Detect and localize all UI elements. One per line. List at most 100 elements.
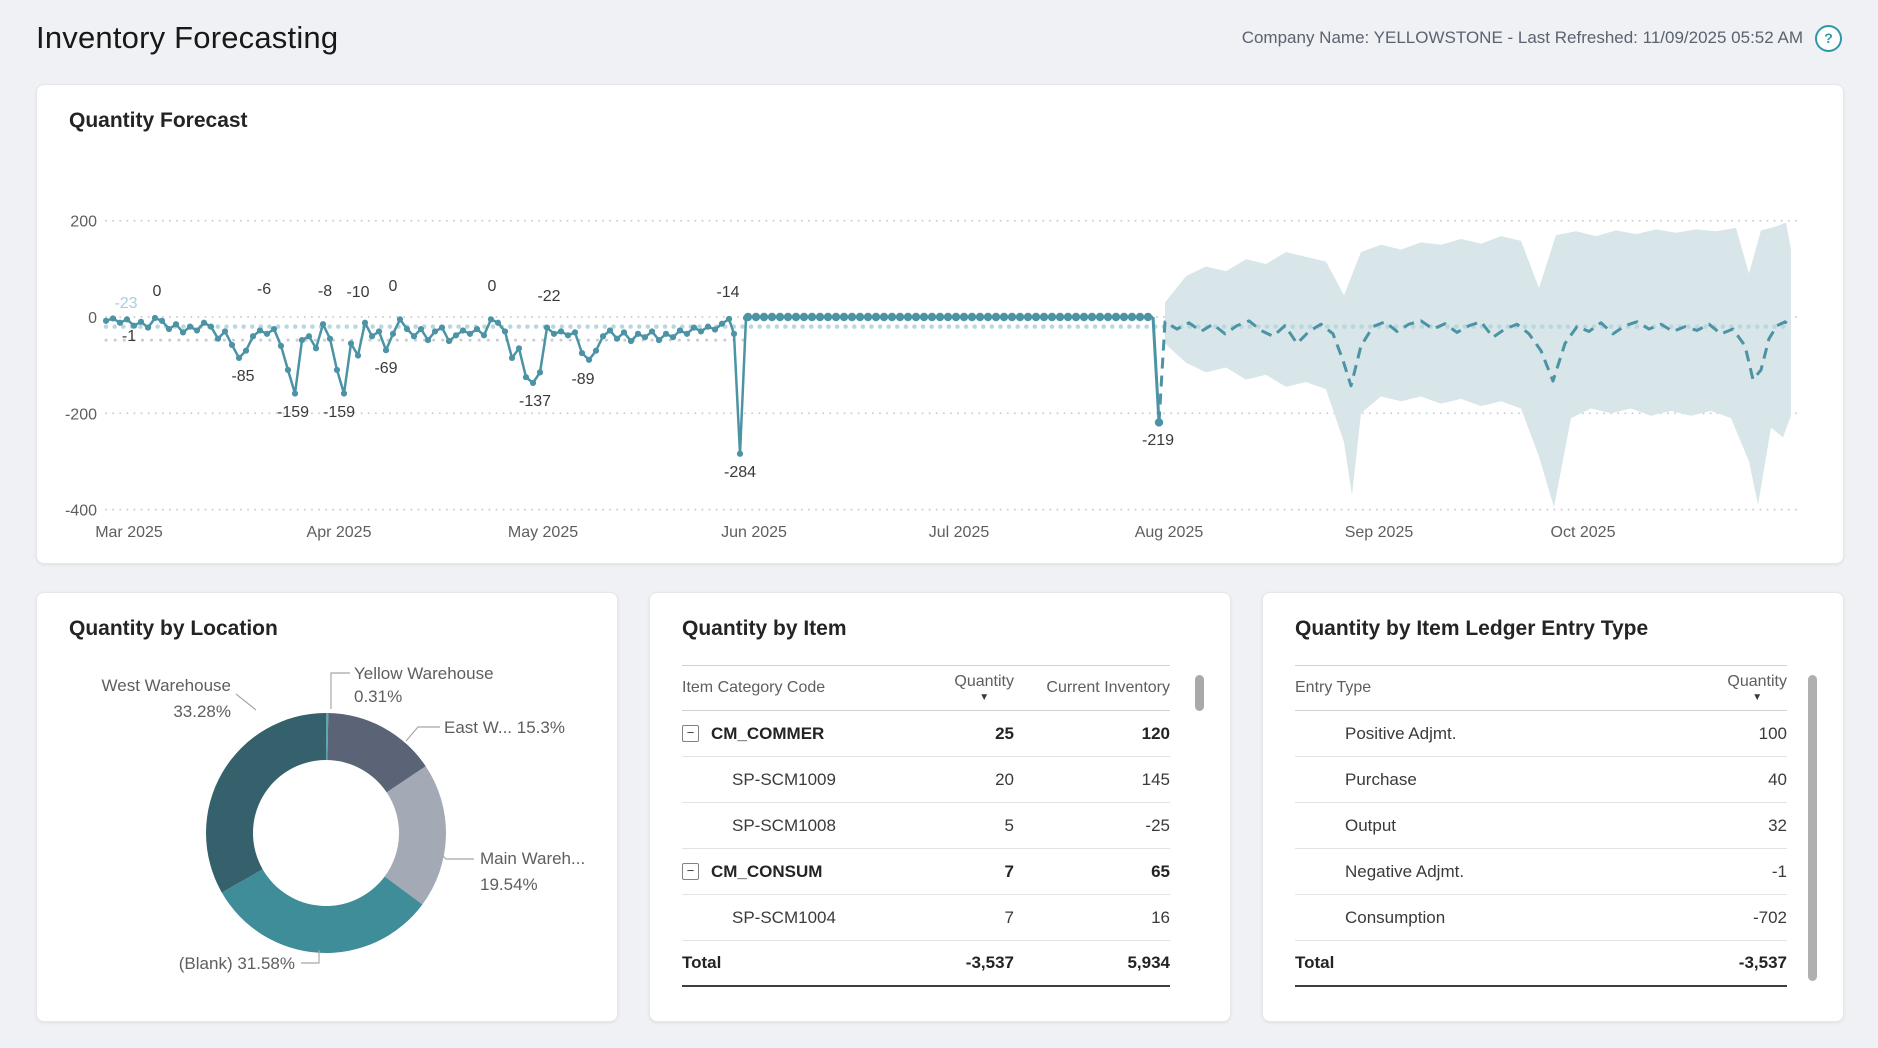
data-point[interactable] — [593, 348, 599, 354]
data-point[interactable] — [1056, 313, 1064, 321]
table-row[interactable]: SP-SCM10085-25 — [682, 803, 1170, 849]
data-point[interactable] — [976, 313, 984, 321]
column-header[interactable]: Current Inventory — [1046, 679, 1170, 697]
data-point[interactable] — [460, 327, 466, 333]
data-point[interactable] — [194, 327, 200, 333]
data-point[interactable] — [776, 313, 784, 321]
data-point[interactable] — [1104, 313, 1112, 321]
data-point[interactable] — [872, 313, 880, 321]
data-point[interactable] — [313, 345, 319, 351]
data-point[interactable] — [348, 340, 354, 346]
data-point[interactable] — [642, 334, 648, 340]
data-point[interactable] — [376, 328, 382, 334]
data-point[interactable] — [138, 319, 144, 325]
data-point[interactable] — [502, 328, 508, 334]
data-point[interactable] — [1112, 313, 1120, 321]
data-point[interactable] — [621, 329, 627, 335]
data-point[interactable] — [278, 343, 284, 349]
data-point[interactable] — [1088, 313, 1096, 321]
data-point[interactable] — [236, 355, 242, 361]
data-point[interactable] — [760, 313, 768, 321]
collapse-icon[interactable]: − — [682, 863, 699, 880]
data-point[interactable] — [614, 336, 620, 342]
data-point[interactable] — [390, 331, 396, 337]
data-point[interactable] — [752, 313, 760, 321]
data-point[interactable] — [628, 338, 634, 344]
data-point[interactable] — [124, 316, 130, 322]
data-point[interactable] — [117, 320, 123, 326]
data-point[interactable] — [635, 331, 641, 337]
data-point[interactable] — [808, 313, 816, 321]
data-point[interactable] — [677, 327, 683, 333]
data-point[interactable] — [404, 326, 410, 332]
data-point[interactable] — [944, 313, 952, 321]
data-point[interactable] — [369, 333, 375, 339]
data-point[interactable] — [103, 318, 109, 324]
data-point[interactable] — [166, 326, 172, 332]
data-point[interactable] — [558, 328, 564, 334]
data-point[interactable] — [1064, 313, 1072, 321]
data-point[interactable] — [397, 316, 403, 322]
data-point[interactable] — [334, 367, 340, 373]
donut-slice-west-warehouse[interactable] — [206, 713, 326, 893]
data-point[interactable] — [607, 327, 613, 333]
data-point[interactable] — [159, 318, 165, 324]
data-point[interactable] — [649, 328, 655, 334]
data-point[interactable] — [446, 338, 452, 344]
data-point[interactable] — [523, 374, 529, 380]
data-point[interactable] — [544, 324, 550, 330]
data-point[interactable] — [586, 357, 592, 363]
table-row[interactable]: Output32 — [1295, 803, 1787, 849]
data-point[interactable] — [1120, 313, 1128, 321]
table-row[interactable]: Negative Adjmt.-1 — [1295, 849, 1787, 895]
data-point[interactable] — [537, 369, 543, 375]
data-point[interactable] — [292, 390, 298, 396]
data-point[interactable] — [684, 331, 690, 337]
data-point[interactable] — [663, 331, 669, 337]
data-point[interactable] — [864, 313, 872, 321]
data-point[interactable] — [816, 313, 824, 321]
data-point[interactable] — [832, 313, 840, 321]
data-point[interactable] — [1032, 313, 1040, 321]
data-point[interactable] — [530, 380, 536, 386]
data-point[interactable] — [257, 327, 263, 333]
data-point[interactable] — [768, 313, 776, 321]
data-point[interactable] — [306, 333, 312, 339]
data-point[interactable] — [320, 321, 326, 327]
data-point[interactable] — [299, 337, 305, 343]
data-point[interactable] — [222, 328, 228, 334]
data-point[interactable] — [731, 331, 737, 337]
data-point[interactable] — [960, 313, 968, 321]
data-point[interactable] — [495, 320, 501, 326]
data-point[interactable] — [784, 313, 792, 321]
data-point[interactable] — [355, 352, 361, 358]
data-point[interactable] — [992, 313, 1000, 321]
table-row[interactable]: Purchase40 — [1295, 757, 1787, 803]
help-icon[interactable]: ? — [1815, 25, 1842, 52]
data-point[interactable] — [888, 313, 896, 321]
data-point[interactable] — [152, 315, 158, 321]
data-point[interactable] — [912, 313, 920, 321]
data-point[interactable] — [481, 332, 487, 338]
data-point[interactable] — [840, 313, 848, 321]
data-point[interactable] — [936, 313, 944, 321]
data-point[interactable] — [418, 326, 424, 332]
data-point[interactable] — [1048, 313, 1056, 321]
data-point[interactable] — [229, 342, 235, 348]
scrollbar-thumb[interactable] — [1195, 675, 1204, 711]
quantity-forecast-chart[interactable]: 2000-200-400Mar 2025Apr 2025May 2025Jun … — [61, 165, 1821, 545]
data-point[interactable] — [341, 390, 347, 396]
data-point[interactable] — [824, 313, 832, 321]
data-point[interactable] — [1136, 313, 1144, 321]
data-point[interactable] — [425, 337, 431, 343]
data-point[interactable] — [1024, 313, 1032, 321]
data-point[interactable] — [187, 324, 193, 330]
data-point[interactable] — [145, 324, 151, 330]
data-point[interactable] — [383, 347, 389, 353]
data-point[interactable] — [656, 337, 662, 343]
data-point[interactable] — [173, 321, 179, 327]
data-point[interactable] — [952, 313, 960, 321]
data-point[interactable] — [264, 331, 270, 337]
quantity-by-location-donut-chart[interactable]: West Warehouse33.28%Yellow Warehouse0.31… — [37, 593, 617, 1021]
collapse-icon[interactable]: − — [682, 725, 699, 742]
